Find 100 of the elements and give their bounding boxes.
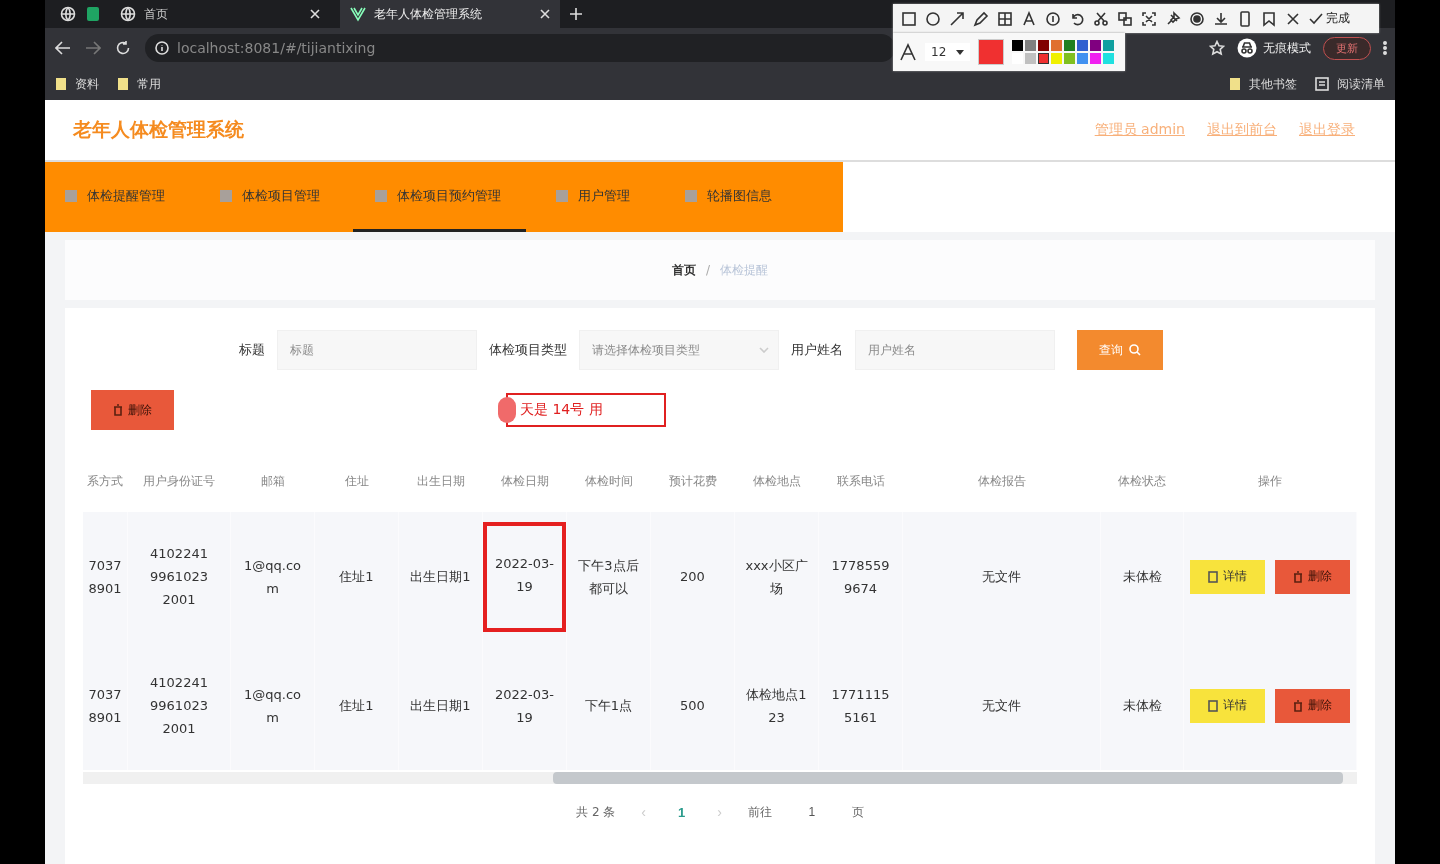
nav-item[interactable]: 轮播图信息	[685, 162, 797, 232]
nav-item[interactable]: 用户管理	[556, 162, 655, 232]
input-field[interactable]: 用户姓名	[855, 330, 1055, 370]
color-swatch[interactable]	[1077, 53, 1089, 64]
color-swatch[interactable]	[1077, 40, 1089, 51]
select-field[interactable]: 请选择体检项目类型	[579, 330, 779, 370]
column-header: 体检日期	[482, 450, 567, 512]
table-cell-text: 410224199610232001	[149, 674, 209, 738]
done-button[interactable]: 完成	[1309, 10, 1350, 27]
trash-icon	[113, 404, 123, 416]
column-header: 住址	[314, 450, 399, 512]
close-icon[interactable]	[310, 9, 320, 19]
bookmark[interactable]: 其他书签	[1229, 75, 1297, 93]
column-header: 操作	[1183, 450, 1357, 512]
info-icon	[155, 41, 169, 55]
color-swatch[interactable]	[1064, 53, 1076, 64]
table-cell-text: 2022-03-19	[494, 685, 555, 727]
column-header: 体检地点	[734, 450, 819, 512]
bookmark[interactable]: 资料	[55, 75, 99, 93]
column-header: 体检报告	[902, 450, 1101, 512]
number-icon[interactable]	[1045, 10, 1061, 27]
tab-title: 老年人体检管理系统	[374, 5, 483, 23]
table-cell-text: 17711155161	[830, 685, 891, 727]
delete-button[interactable]: 删除	[91, 390, 174, 430]
page-number[interactable]: 1	[672, 803, 692, 821]
cursor-marker	[498, 397, 516, 423]
color-swatch[interactable]	[1090, 53, 1102, 64]
table-cell-text: 无文件	[982, 568, 1021, 586]
table-cell-text: 70378901	[87, 556, 123, 598]
arrow-icon[interactable]	[949, 10, 965, 27]
font-size-select[interactable]: 12	[925, 43, 971, 61]
total-count: 共 2 条	[576, 803, 616, 821]
pencil-icon[interactable]	[973, 10, 989, 27]
text-tool-icon[interactable]	[1021, 10, 1037, 27]
table-cell-text: 500	[680, 697, 705, 715]
color-swatch[interactable]	[1051, 53, 1063, 64]
breadcrumb-item[interactable]: 首页	[671, 261, 696, 279]
input-field[interactable]: 标题	[277, 330, 477, 370]
table-cell-text: 70378901	[87, 685, 123, 727]
detail-button[interactable]: 详情	[1190, 688, 1265, 723]
list-icon	[1315, 77, 1329, 91]
document-icon	[1208, 570, 1218, 583]
globe-icon	[120, 6, 136, 22]
square-icon	[375, 189, 387, 202]
color-swatch[interactable]	[1051, 40, 1063, 51]
current-color-swatch[interactable]	[978, 39, 1005, 65]
scrollbar-thumb[interactable]	[553, 772, 1343, 784]
table-cell-text: 17785599674	[830, 556, 891, 598]
delete-button[interactable]: 删除	[1275, 688, 1350, 723]
mosaic-icon[interactable]	[997, 10, 1013, 27]
close-icon[interactable]	[540, 9, 550, 19]
goto-label: 前往	[747, 803, 772, 821]
color-swatch[interactable]	[1012, 40, 1024, 51]
table-cell-text: 未体检	[1122, 568, 1162, 586]
reload-icon[interactable]	[115, 40, 131, 56]
color-swatch[interactable]	[1103, 53, 1115, 64]
column-header: 预计花费	[650, 450, 735, 512]
sheet-icon[interactable]	[86, 6, 100, 22]
table-cell-text: 体检地点123	[745, 685, 808, 727]
delete-button[interactable]: 删除	[1275, 559, 1350, 594]
address-field[interactable]: localhost:8081/#/tijiantixing	[145, 34, 895, 62]
download-icon[interactable]	[1213, 10, 1229, 27]
horizontal-scrollbar[interactable]	[83, 772, 1357, 784]
globe-icon[interactable]	[60, 6, 76, 22]
color-swatch[interactable]	[1025, 53, 1037, 64]
color-swatch[interactable]	[1064, 40, 1076, 51]
browser-tab[interactable]: 老年人体检管理系统	[340, 0, 560, 28]
field-label: 标题	[239, 341, 265, 359]
bookmark-icon[interactable]	[1261, 10, 1277, 27]
nav-item[interactable]: 体检项目管理	[220, 162, 345, 232]
close-icon[interactable]	[1285, 10, 1301, 27]
star-icon[interactable]	[1209, 40, 1225, 56]
bookmark[interactable]: 常用	[117, 75, 161, 93]
scissors-icon[interactable]	[1093, 10, 1109, 27]
more-icon[interactable]	[1383, 41, 1387, 55]
trash-icon	[1293, 699, 1303, 712]
column-header: 邮箱	[230, 450, 315, 512]
circle-icon[interactable]	[925, 10, 941, 27]
plus-icon[interactable]	[570, 8, 582, 20]
pin-icon[interactable]	[1165, 10, 1181, 27]
color-swatch[interactable]	[1025, 40, 1037, 51]
rectangle-icon[interactable]	[901, 10, 917, 27]
v-logo-icon	[350, 6, 366, 22]
back-arrow-icon[interactable]	[55, 41, 71, 55]
record-icon[interactable]	[1189, 10, 1205, 27]
table-cell-text: 1@qq.com	[243, 556, 302, 598]
color-swatch[interactable]	[1012, 53, 1024, 64]
color-swatch[interactable]	[1103, 40, 1115, 51]
browser-tab[interactable]: 首页	[110, 0, 330, 28]
color-swatch[interactable]	[1090, 40, 1102, 51]
update-button[interactable]: 更新	[1323, 36, 1371, 60]
table-cell-text: 下午1点	[584, 697, 633, 715]
color-swatch[interactable]	[1038, 40, 1050, 51]
detail-button[interactable]: 详情	[1190, 559, 1265, 594]
color-swatch[interactable]	[1038, 53, 1050, 64]
document-icon	[1208, 699, 1218, 712]
nav-item[interactable]: 体检提醒管理	[65, 162, 190, 232]
phone-icon[interactable]	[1237, 10, 1253, 27]
scan-icon[interactable]	[1141, 10, 1157, 27]
reading-list[interactable]: 阅读清单	[1315, 75, 1385, 93]
